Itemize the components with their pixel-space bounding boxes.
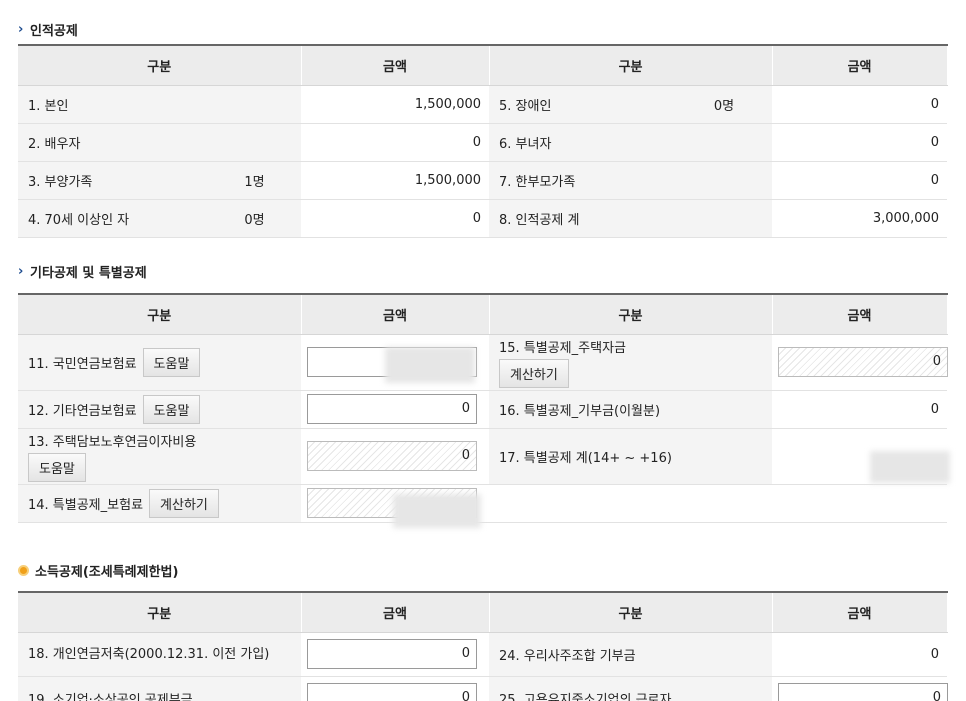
input-employment-retention[interactable]: 0	[778, 683, 948, 701]
header-category: 구분	[18, 592, 302, 633]
amount-spouse: 0	[301, 123, 490, 162]
header-category: 구분	[18, 45, 302, 86]
header-amount: 금액	[772, 294, 948, 335]
count-dependents: 1명	[208, 161, 302, 200]
amount-dependents: 1,500,000	[301, 161, 490, 200]
table-row: 19. 소기업·소상공인 공제부금 0 25. 고용유지중소기업의 근로자 0	[18, 676, 948, 701]
header-category: 구분	[18, 294, 302, 335]
table-row: 14. 특별공제_보험료 계산하기	[18, 484, 947, 523]
redacted-value	[385, 347, 475, 383]
label-reverse-mortgage: 13. 주택담보노후연금이자비용 도움말	[18, 428, 301, 485]
header-amount: 금액	[772, 45, 948, 86]
chevron-right-icon: ›	[18, 264, 24, 279]
label-national-pension: 11. 국민연금보험료 도움말	[18, 334, 301, 391]
label-dependents: 3. 부양가족	[18, 161, 208, 200]
table-row: 12. 기타연금보험료 도움말 0 16. 특별공제_기부금(이월분) 0	[18, 390, 947, 429]
section-title-income: 소득공제(조세특례제한법)	[18, 561, 178, 580]
header-category: 구분	[489, 592, 773, 633]
help-button-other-pension[interactable]: 도움말	[142, 394, 201, 424]
amount-woman-head: 0	[772, 123, 948, 162]
label-housing-fund: 15. 특별공제_주택자금 계산하기	[489, 334, 772, 391]
label-disabled: 5. 장애인	[489, 85, 677, 124]
label-single-parent: 7. 한부모가족	[489, 161, 773, 200]
section-title-other: › 기타공제 및 특별공제	[18, 264, 147, 281]
cell-personal-pension: 0	[301, 632, 489, 677]
header-amount: 금액	[301, 45, 490, 86]
calc-button-housing-fund[interactable]: 계산하기	[499, 358, 569, 388]
help-button-reverse-mortgage[interactable]: 도움말	[28, 452, 86, 482]
label-esop-donation: 24. 우리사주조합 기부금	[489, 632, 772, 677]
calc-button-insurance[interactable]: 계산하기	[149, 488, 219, 518]
bullet-circle-icon	[18, 565, 29, 576]
input-personal-pension[interactable]: 0	[307, 639, 477, 669]
table-row: 13. 주택담보노후연금이자비용 도움말 0 17. 특별공제 계(14+ ~ …	[18, 428, 947, 485]
redacted-value	[870, 451, 950, 483]
empty-cell	[489, 484, 772, 523]
label-woman-head: 6. 부녀자	[489, 123, 773, 162]
cell-employment-retention: 0	[772, 676, 948, 701]
input-housing-fund[interactable]: 0	[778, 347, 948, 377]
cell-small-business-deposit: 0	[301, 676, 489, 701]
label-self: 1. 본인	[18, 85, 302, 124]
label-employment-retention: 25. 고용유지중소기업의 근로자	[489, 676, 772, 701]
amount-single-parent: 0	[772, 161, 948, 200]
section-title-personal: › 인적공제	[18, 22, 78, 39]
redacted-value	[393, 494, 481, 528]
other-deduction-table: 구분 금액 구분 금액 11. 국민연금보험료 도움말 15. 특별공제_주택자금…	[18, 293, 948, 523]
label-spouse: 2. 배우자	[18, 123, 302, 162]
header-amount: 금액	[772, 592, 948, 633]
cell-reverse-mortgage: 0	[301, 428, 489, 485]
label-other-pension: 12. 기타연금보험료 도움말	[18, 390, 301, 429]
cell-housing-fund: 0	[772, 334, 948, 391]
count-elderly: 0명	[208, 199, 302, 238]
label-special-total: 17. 특별공제 계(14+ ~ +16)	[489, 428, 772, 485]
empty-cell	[772, 484, 947, 523]
amount-elderly: 0	[301, 199, 490, 238]
label-elderly: 4. 70세 이상인 자	[18, 199, 208, 238]
table-row: 3. 부양가족 1명 1,500,000 7. 한부모가족 0	[18, 161, 948, 200]
input-other-pension[interactable]: 0	[307, 394, 477, 424]
amount-self: 1,500,000	[301, 85, 490, 124]
table-row: 2. 배우자 0 6. 부녀자 0	[18, 123, 948, 162]
label-small-business-deposit: 19. 소기업·소상공인 공제부금	[18, 676, 301, 701]
header-category: 구분	[489, 45, 773, 86]
header-amount: 금액	[301, 592, 490, 633]
header-category: 구분	[489, 294, 773, 335]
label-personal-pension: 18. 개인연금저축(2000.12.31. 이전 가입)	[18, 632, 301, 677]
label-personal-total: 8. 인적공제 계	[489, 199, 773, 238]
table-row: 11. 국민연금보험료 도움말 15. 특별공제_주택자금 계산하기 0	[18, 334, 948, 391]
chevron-right-icon: ›	[18, 22, 24, 37]
header-amount: 금액	[301, 294, 490, 335]
personal-deduction-table: 구분 금액 구분 금액 1. 본인 1,500,000 5. 장애인 0명 0 …	[18, 44, 948, 238]
income-deduction-table: 구분 금액 구분 금액 18. 개인연금저축(2000.12.31. 이전 가입…	[18, 591, 948, 701]
amount-donation-carryover: 0	[772, 390, 947, 429]
input-reverse-mortgage[interactable]: 0	[307, 441, 477, 471]
table-row: 18. 개인연금저축(2000.12.31. 이전 가입) 0 24. 우리사주…	[18, 632, 947, 677]
input-small-business-deposit[interactable]: 0	[307, 683, 477, 701]
amount-esop-donation: 0	[772, 632, 947, 677]
amount-disabled: 0	[772, 85, 948, 124]
amount-personal-total: 3,000,000	[772, 199, 948, 238]
table-row: 4. 70세 이상인 자 0명 0 8. 인적공제 계 3,000,000	[18, 199, 948, 238]
label-insurance: 14. 특별공제_보험료 계산하기	[18, 484, 301, 523]
label-donation-carryover: 16. 특별공제_기부금(이월분)	[489, 390, 772, 429]
help-button-national-pension[interactable]: 도움말	[142, 347, 201, 377]
count-disabled: 0명	[676, 85, 773, 124]
table-row: 1. 본인 1,500,000 5. 장애인 0명 0	[18, 85, 948, 124]
cell-other-pension: 0	[301, 390, 489, 429]
